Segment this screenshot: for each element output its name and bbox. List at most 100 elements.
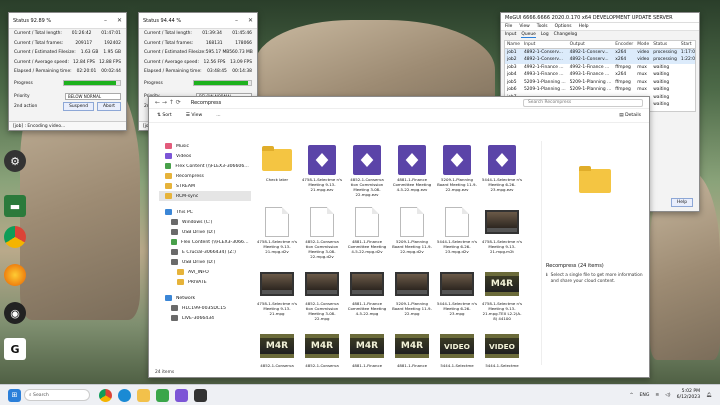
nav-item[interactable]: RCM-sync	[159, 191, 251, 201]
close-icon[interactable]: ✕	[248, 17, 253, 24]
menu-item-help[interactable]: Help	[579, 24, 589, 29]
windows-start-icon[interactable]: ⊞	[8, 388, 21, 402]
column-header[interactable]: Name	[505, 41, 522, 49]
column-header[interactable]: Mode	[635, 41, 652, 49]
nav-item[interactable]: HLC199-0035DC15	[159, 303, 251, 313]
table-row[interactable]: job4 4993-1-Finance ... 4993-1-Finance ...…	[505, 71, 695, 79]
desktop-gear-icon[interactable]: ⚙	[4, 150, 26, 172]
help-button[interactable]: Help	[670, 198, 693, 207]
nav-item[interactable]: This PC	[159, 207, 251, 217]
file-item[interactable]: 4758-1-Selectme n's Meeting 9-13-21.mpg.…	[302, 143, 342, 199]
language-indicator[interactable]: ENG	[640, 393, 650, 398]
nav-item[interactable]: Videos	[159, 151, 251, 161]
file-item[interactable]: 4881-1-Finance Committee Meeting 4-5-22.…	[392, 143, 432, 199]
terminal-taskbar-icon[interactable]	[194, 388, 207, 402]
nav-item[interactable]: STREAM	[159, 181, 251, 191]
menu-item-file[interactable]: File	[505, 24, 512, 29]
nav-item[interactable]: USB Drive (D:)	[159, 227, 251, 237]
minimize-icon[interactable]: –	[235, 17, 238, 24]
tab-log[interactable]: Log	[541, 32, 549, 38]
volume-icon[interactable]: ◁)	[665, 393, 670, 398]
taskbar-search[interactable]: ⌕ Search	[24, 389, 90, 401]
file-item[interactable]: 4881-1-Finance Committee Meeting 4-5-22.…	[347, 205, 387, 261]
column-header[interactable]: Status	[651, 41, 679, 49]
sort-button[interactable]: ⇅ Sort	[157, 113, 172, 118]
app-taskbar-icon[interactable]	[175, 388, 188, 402]
edge-taskbar-icon[interactable]	[118, 388, 131, 402]
nav-item[interactable]: AVI_INFO	[159, 267, 251, 277]
nav-item[interactable]: PRIVATE	[159, 277, 251, 287]
file-item[interactable]: M4R 4881-1-Finance	[347, 329, 387, 367]
column-header[interactable]: Start	[678, 41, 695, 49]
clock[interactable]: 5:02 PM 6/12/2023	[677, 389, 701, 401]
g-app-icon[interactable]: G	[4, 338, 26, 360]
menu-item-view[interactable]: View	[519, 24, 529, 29]
file-explorer-taskbar-icon[interactable]	[137, 388, 150, 402]
nav-item[interactable]: Flex Content (\\FLEX3-3066069) (Y:)	[159, 161, 251, 171]
file-item[interactable]: 5444-1-Selectme n's Meeting 6-26-23.mpg.…	[482, 143, 522, 199]
table-row[interactable]: job1 4892-1-Conserv... 4892-1-Conserv... x2…	[505, 48, 695, 56]
tab-changelog[interactable]: Changelog	[554, 32, 578, 38]
status-window-titlebar[interactable]: Status 92.89 % – ✕	[9, 13, 126, 29]
megui-titlebar[interactable]: MeGUI 6666.6666 2020.0.170 x64 DEVELOPME…	[501, 13, 699, 23]
chevron-up-icon[interactable]: ^	[630, 393, 634, 398]
file-item[interactable]: Check later	[257, 143, 297, 199]
column-header[interactable]: Encoder	[613, 41, 636, 49]
nav-item[interactable]: Recompress	[159, 171, 251, 181]
file-item[interactable]: 5444-1-Selectme n's Meeting 6-26-23.mpg.…	[437, 205, 477, 261]
notification-bell-icon[interactable]: 🔔︎	[706, 393, 712, 398]
nav-item[interactable]: LIVE-3066434	[159, 313, 251, 323]
file-item[interactable]: 4852-1-Conserva tion Commission Meeting …	[347, 143, 387, 199]
status-window-titlebar[interactable]: Status 94.44 % – ✕	[139, 13, 257, 29]
column-header[interactable]: Input	[521, 41, 568, 49]
obs-icon[interactable]: ◉	[4, 302, 26, 324]
table-row[interactable]: job2 4892-1-Conserv... 4892-1-Conserv... x2…	[505, 56, 695, 64]
file-item[interactable]: 4758-1-Selectme n's Meeting 9-13-21.mpg.…	[482, 205, 522, 261]
file-item[interactable]: 5209-1-Planning Board Meeting 11-9-22.mp…	[437, 143, 477, 199]
close-icon[interactable]: ✕	[117, 17, 122, 24]
file-item[interactable]: 5444-1-Selectme n's Meeting 6-26-23.mpg	[437, 267, 477, 323]
file-item[interactable]: M4R 4852-1-Conserva	[302, 329, 342, 367]
wifi-icon[interactable]: ≋	[655, 393, 659, 398]
file-item[interactable]: 4758-1-Selectme n's Meeting 9-13-21.mpg	[257, 267, 297, 323]
nav-arrows-icon[interactable]: ← → ↑ ⟳	[155, 99, 181, 106]
firefox-icon[interactable]	[4, 264, 26, 286]
nav-item[interactable]: E Crucial-3066434) (Z:)	[159, 247, 251, 257]
file-item[interactable]: 4881-1-Finance Committee Meeting 4-5-22.…	[347, 267, 387, 323]
file-item[interactable]: VIDEO 5444-1-Selectme	[482, 329, 522, 367]
more-button[interactable]: ...	[216, 113, 220, 118]
tab-queue[interactable]: Queue	[521, 32, 536, 38]
table-row[interactable]: job5 5209-1-Planning ... 5209-1-Planning .…	[505, 79, 695, 87]
megui-taskbar-icon[interactable]	[156, 388, 169, 402]
nav-item[interactable]: Flex Content (\\FLEX3-3066069) (Y:)	[159, 237, 251, 247]
file-item[interactable]: M4R 4852-1-Conserva	[257, 329, 297, 367]
suspend-button[interactable]: Suspend	[63, 101, 94, 111]
file-item[interactable]: 4852-1-Conserva tion Commission Meeting …	[302, 267, 342, 323]
file-item[interactable]: 4758-1-Selectme n's Meeting 9-13-21.mpg.…	[257, 205, 297, 261]
file-item[interactable]: 5209-1-Planning Board Meeting 11-9-22.mp…	[392, 267, 432, 323]
breadcrumb[interactable]: Recompress	[191, 100, 523, 106]
file-item[interactable]: 5209-1-Planning Board Meeting 11-9-22.mp…	[392, 205, 432, 261]
abort-button[interactable]: Abort	[96, 101, 121, 111]
file-item[interactable]: 4852-1-Conserva tion Commission Meeting …	[302, 205, 342, 261]
chrome-taskbar-icon[interactable]	[99, 388, 112, 402]
column-header[interactable]: Output	[567, 41, 614, 49]
menu-item-options[interactable]: Options	[555, 24, 572, 29]
table-row[interactable]: job6 5209-1-Planning ... 5209-1-Planning .…	[505, 86, 695, 94]
table-row[interactable]: job3 4992-1-Finance ... 4992-1-Finance ...…	[505, 64, 695, 72]
menu-item-tools[interactable]: Tools	[537, 24, 548, 29]
nav-item[interactable]: USB Drive (D:)	[159, 257, 251, 267]
nav-item[interactable]: Network	[159, 293, 251, 303]
chrome-icon[interactable]	[4, 226, 26, 248]
search-input[interactable]: Search Recompress	[523, 98, 643, 107]
minimize-icon[interactable]: –	[104, 17, 107, 24]
file-item[interactable]: VIDEO 5444-1-Selectme	[437, 329, 477, 367]
file-item[interactable]: M4R 4881-1-Finance	[392, 329, 432, 367]
file-item[interactable]: M4R 4758-1-Selectme n's Meeting 9-13-21.m…	[482, 267, 522, 323]
priority-select[interactable]: BELOW NORMAL	[65, 93, 121, 101]
details-button[interactable]: ▤ Details	[619, 113, 641, 118]
tab-input[interactable]: Input	[505, 32, 516, 38]
view-button[interactable]: ☰ View	[186, 113, 203, 118]
desktop-flag-icon[interactable]: ▬	[4, 195, 26, 217]
nav-item[interactable]: Music	[159, 141, 251, 151]
